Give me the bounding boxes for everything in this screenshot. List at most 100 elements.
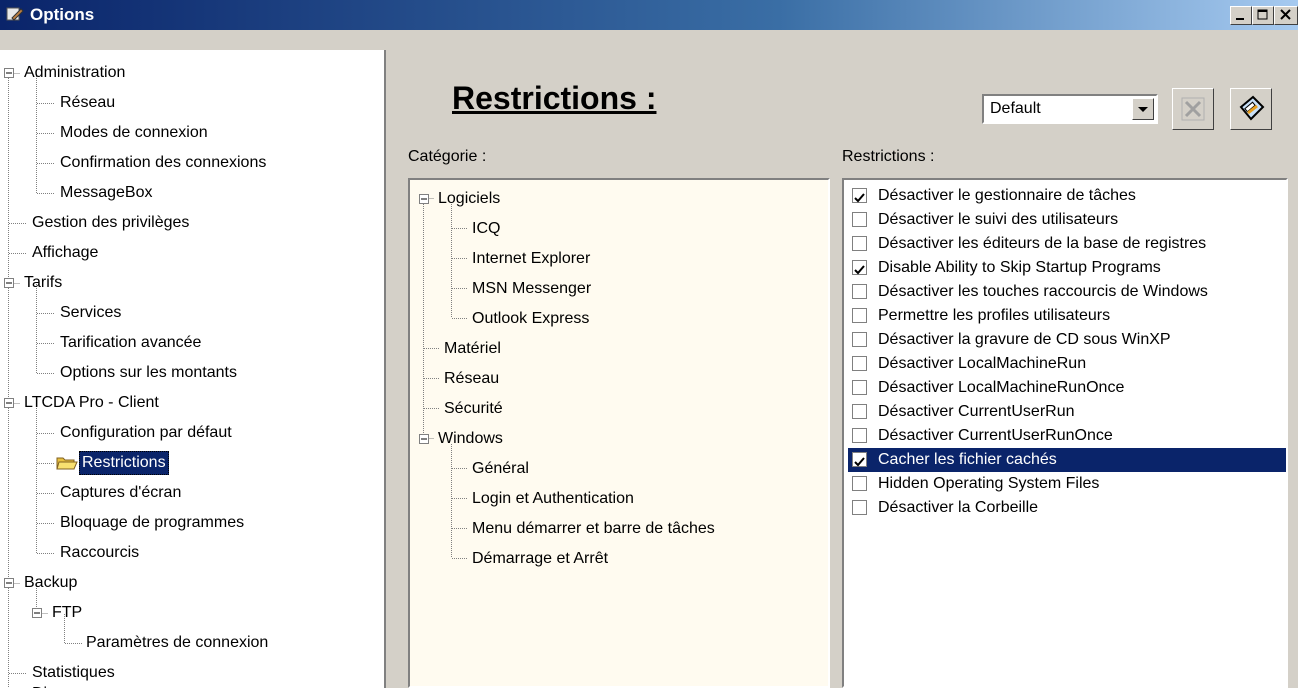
tree-item-backup[interactable]: Backup xyxy=(24,568,77,598)
restrictions-checklist[interactable]: Désactiver le gestionnaire de tâches Désa… xyxy=(842,178,1288,688)
tree-item-label: LTCDA Pro - Client xyxy=(24,394,159,411)
profile-select[interactable]: Default xyxy=(982,94,1158,124)
restriction-label: Permettre les profiles utilisateurs xyxy=(878,307,1111,324)
tree-item-gestion-privileges[interactable]: Gestion des privilèges xyxy=(32,208,189,238)
tree-item-bloquage-programmes[interactable]: Bloquage de programmes xyxy=(60,508,244,538)
category-item-reseau[interactable]: Réseau xyxy=(444,364,499,394)
category-item-outlook-express[interactable]: Outlook Express xyxy=(472,304,589,334)
restriction-item[interactable]: Désactiver la gravure de CD sous WinXP xyxy=(848,328,1286,352)
checkbox-unchecked[interactable] xyxy=(852,212,867,227)
tree-item-label: Confirmation des connexions xyxy=(60,154,267,171)
restriction-item[interactable]: Désactiver la Corbeille xyxy=(848,496,1286,520)
category-item-general[interactable]: Général xyxy=(472,454,529,484)
tree-item-configuration-defaut[interactable]: Configuration par défaut xyxy=(60,418,232,448)
checkbox-unchecked[interactable] xyxy=(852,404,867,419)
restriction-item[interactable]: Hidden Operating System Files xyxy=(848,472,1286,496)
restriction-label: Désactiver les éditeurs de la base de re… xyxy=(878,235,1207,252)
checkbox-checked[interactable] xyxy=(852,452,867,467)
restriction-item[interactable]: Désactiver le suivi des utilisateurs xyxy=(848,208,1286,232)
category-item-windows[interactable]: Windows xyxy=(438,424,503,454)
checkbox-unchecked[interactable] xyxy=(852,308,867,323)
restriction-label: Désactiver le suivi des utilisateurs xyxy=(878,211,1119,228)
category-item-securite[interactable]: Sécurité xyxy=(444,394,503,424)
category-item-internet-explorer[interactable]: Internet Explorer xyxy=(472,244,590,274)
category-item-label: Outlook Express xyxy=(472,310,590,327)
category-item-materiel[interactable]: Matériel xyxy=(444,334,501,364)
tree-item-administration[interactable]: Administration xyxy=(24,58,125,88)
checkbox-checked[interactable] xyxy=(852,260,867,275)
minimize-button[interactable] xyxy=(1230,6,1252,25)
tree-item-parametres-connexion[interactable]: Paramètres de connexion xyxy=(86,628,268,658)
restriction-label: Disable Ability to Skip Startup Programs xyxy=(878,259,1161,276)
restriction-item[interactable]: Désactiver les éditeurs de la base de re… xyxy=(848,232,1286,256)
tree-item-label: Tarifs xyxy=(24,274,63,291)
tree-item-options-montants[interactable]: Options sur les montants xyxy=(60,358,237,388)
tree-item-captures-ecran[interactable]: Captures d'écran xyxy=(60,478,181,508)
tree-item-ltcda-client[interactable]: LTCDA Pro - Client xyxy=(24,388,159,418)
disk-save-icon xyxy=(1239,95,1265,121)
tree-item-confirmation-connexions[interactable]: Confirmation des connexions xyxy=(60,148,266,178)
checkbox-unchecked[interactable] xyxy=(852,500,867,515)
check-mark-icon xyxy=(854,265,865,275)
tree-item-modes-connexion[interactable]: Modes de connexion xyxy=(60,118,208,148)
category-label: Catégorie : xyxy=(408,148,487,165)
restriction-item[interactable]: Désactiver CurrentUserRunOnce xyxy=(848,424,1286,448)
category-item-label: MSN Messenger xyxy=(472,280,592,297)
tree-item-messagebox[interactable]: MessageBox xyxy=(60,178,153,208)
tree-item-tarifs[interactable]: Tarifs xyxy=(24,268,62,298)
tree-item-restrictions[interactable]: Restrictions xyxy=(56,448,169,478)
category-item-label: Windows xyxy=(438,430,503,447)
restrictions-label: Restrictions : xyxy=(842,148,935,165)
tree-item-divers[interactable]: Divers xyxy=(32,679,77,688)
dropdown-button[interactable] xyxy=(1132,98,1154,120)
category-item-label: Sécurité xyxy=(444,400,503,417)
checkbox-unchecked[interactable] xyxy=(852,284,867,299)
tree-item-reseau[interactable]: Réseau xyxy=(60,88,115,118)
checkbox-checked[interactable] xyxy=(852,188,867,203)
restriction-item[interactable]: Désactiver LocalMachineRun xyxy=(848,352,1286,376)
restriction-item[interactable]: Désactiver CurrentUserRun xyxy=(848,400,1286,424)
delete-profile-button[interactable] xyxy=(1172,88,1214,130)
restriction-label: Désactiver LocalMachineRunOnce xyxy=(878,379,1125,396)
options-tree[interactable]: Administration Réseau Modes de connexion… xyxy=(0,50,386,688)
restriction-label: Désactiver LocalMachineRun xyxy=(878,355,1087,372)
checkbox-unchecked[interactable] xyxy=(852,236,867,251)
tree-item-raccourcis[interactable]: Raccourcis xyxy=(60,538,139,568)
category-item-demarrage-arret[interactable]: Démarrage et Arrêt xyxy=(472,544,608,574)
restriction-item[interactable]: Permettre les profiles utilisateurs xyxy=(848,304,1286,328)
restriction-item[interactable]: Désactiver les touches raccourcis de Win… xyxy=(848,280,1286,304)
save-profile-button[interactable] xyxy=(1230,88,1272,130)
tree-item-label: Backup xyxy=(24,574,78,591)
tree-item-label: Tarification avancée xyxy=(60,334,202,351)
checkbox-unchecked[interactable] xyxy=(852,380,867,395)
checkbox-unchecked[interactable] xyxy=(852,332,867,347)
restriction-item[interactable]: Désactiver LocalMachineRunOnce xyxy=(848,376,1286,400)
category-item-logiciels[interactable]: Logiciels xyxy=(438,184,500,214)
checkbox-unchecked[interactable] xyxy=(852,356,867,371)
title-bar[interactable]: Options xyxy=(0,0,1298,30)
category-item-login-authentication[interactable]: Login et Authentication xyxy=(472,484,634,514)
category-item-msn-messenger[interactable]: MSN Messenger xyxy=(472,274,591,304)
tree-item-label: Services xyxy=(60,304,122,321)
close-button[interactable] xyxy=(1274,6,1298,25)
checkbox-unchecked[interactable] xyxy=(852,428,867,443)
tree-item-label: Raccourcis xyxy=(60,544,140,561)
category-item-icq[interactable]: ICQ xyxy=(472,214,500,244)
restriction-item[interactable]: Disable Ability to Skip Startup Programs xyxy=(848,256,1286,280)
restriction-label: Désactiver les touches raccourcis de Win… xyxy=(878,283,1208,300)
tree-item-ftp[interactable]: FTP xyxy=(52,598,82,628)
category-item-menu-demarrer[interactable]: Menu démarrer et barre de tâches xyxy=(472,514,715,544)
tree-item-label: Administration xyxy=(24,64,126,81)
folder-open-icon xyxy=(56,457,78,470)
tree-item-label: Modes de connexion xyxy=(60,124,208,141)
tree-item-label: MessageBox xyxy=(60,184,153,201)
category-item-label: Matériel xyxy=(444,340,501,357)
category-tree[interactable]: Logiciels ICQ Internet Explorer MSN Mess… xyxy=(408,178,830,688)
restriction-item[interactable]: Cacher les fichier cachés xyxy=(848,448,1286,472)
tree-item-affichage[interactable]: Affichage xyxy=(32,238,98,268)
restriction-item[interactable]: Désactiver le gestionnaire de tâches xyxy=(848,184,1286,208)
checkbox-unchecked[interactable] xyxy=(852,476,867,491)
tree-item-tarification-avancee[interactable]: Tarification avancée xyxy=(60,328,201,358)
maximize-button[interactable] xyxy=(1252,6,1274,25)
tree-item-services[interactable]: Services xyxy=(60,298,121,328)
